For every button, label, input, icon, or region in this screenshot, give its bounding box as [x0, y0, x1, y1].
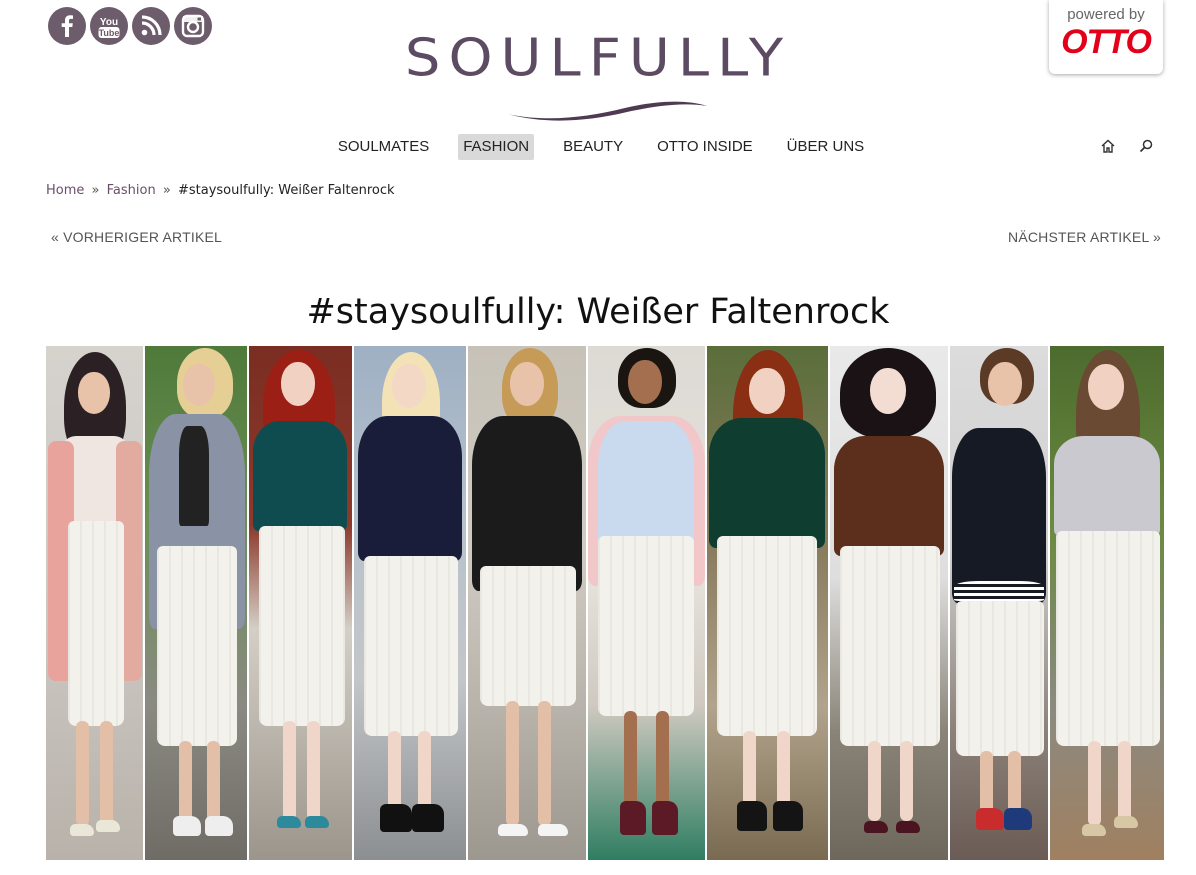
outfit-photo	[145, 346, 247, 860]
breadcrumb: Home » Fashion » #staysoulfully: Weißer …	[46, 183, 395, 198]
article-title: #staysoulfully: Weißer Faltenrock	[306, 292, 890, 333]
nav-item-soulmates[interactable]: SOULMATES	[333, 134, 434, 160]
next-article-link[interactable]: NÄCHSTER ARTIKEL »	[1008, 229, 1161, 245]
breadcrumb-home[interactable]: Home	[46, 183, 84, 198]
logo-text: SOULFULLY	[404, 28, 792, 89]
previous-article-link[interactable]: « VORHERIGER ARTIKEL	[51, 229, 222, 245]
search-icon[interactable]	[1138, 138, 1154, 154]
nav-item-otto-inside[interactable]: OTTO INSIDE	[652, 134, 758, 160]
outfit-photo	[950, 346, 1048, 860]
outfit-photo	[707, 346, 828, 860]
utility-icons	[1100, 138, 1154, 154]
nav-item-beauty[interactable]: BEAUTY	[558, 134, 628, 160]
nav-item-fashion[interactable]: FASHION	[458, 134, 535, 160]
outfit-photo	[588, 346, 705, 860]
outfit-photo	[468, 346, 586, 860]
outfit-photo-collage[interactable]	[46, 346, 1166, 860]
powered-by-label: powered by	[1067, 6, 1145, 23]
logo-swoosh	[507, 101, 707, 121]
nav-item-ueber-uns[interactable]: ÜBER UNS	[782, 134, 870, 160]
site-logo[interactable]: SOULFULLY	[0, 24, 1196, 121]
breadcrumb-separator: »	[162, 183, 171, 198]
otto-logo: OTTO	[1061, 23, 1152, 61]
breadcrumb-fashion[interactable]: Fashion	[107, 183, 156, 198]
breadcrumb-separator: »	[91, 183, 100, 198]
breadcrumb-current: #staysoulfully: Weißer Faltenrock	[177, 183, 395, 198]
main-nav: SOULMATES FASHION BEAUTY OTTO INSIDE ÜBE…	[0, 134, 1196, 160]
outfit-photo	[830, 346, 948, 860]
outfit-photo	[249, 346, 352, 860]
otto-partner-badge[interactable]: powered by OTTO	[1049, 0, 1163, 74]
outfit-photo	[46, 346, 143, 860]
home-icon[interactable]	[1100, 138, 1116, 154]
outfit-photo	[354, 346, 466, 860]
outfit-photo	[1050, 346, 1164, 860]
